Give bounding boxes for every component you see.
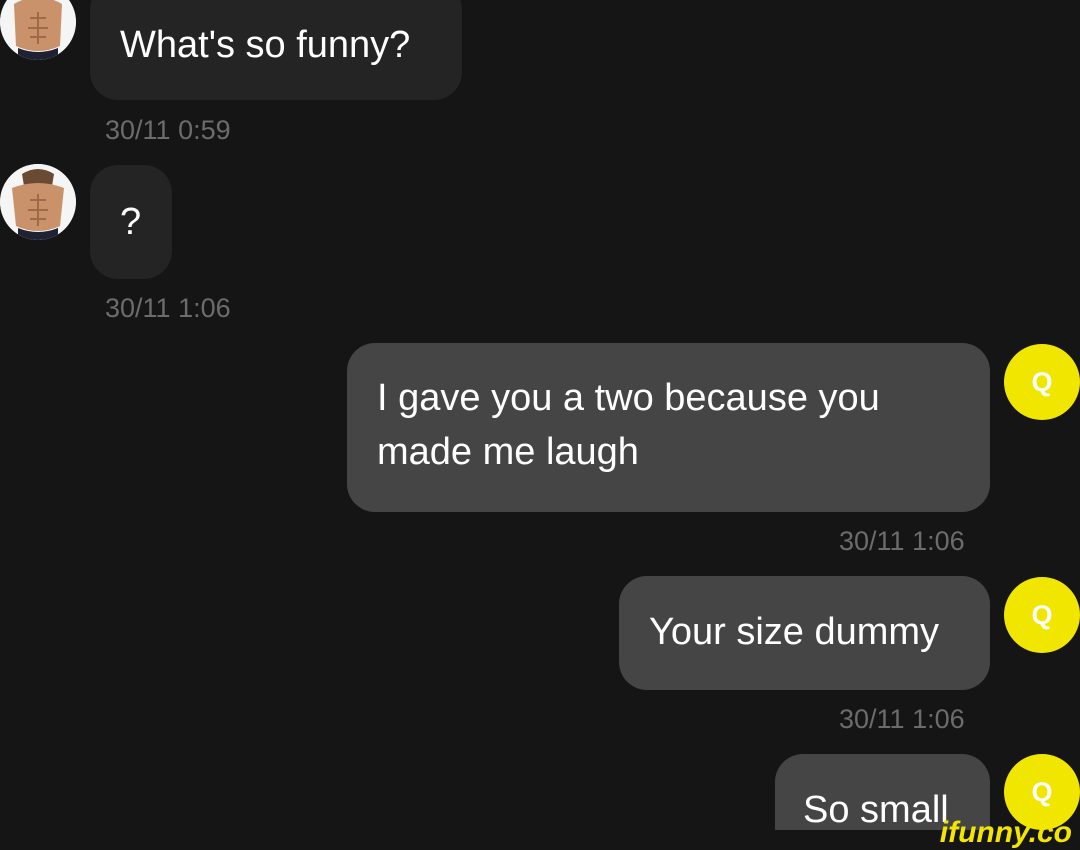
message-timestamp: 30/11 1:06 <box>839 704 965 734</box>
bottom-edge <box>0 830 1080 850</box>
watermark-logo: ifunny.co <box>939 816 1072 849</box>
user-avatar[interactable]: Q <box>1004 344 1080 420</box>
chat-thread: What's so funny? 30/11 0:59 ? 30/11 1:06… <box>0 0 1080 850</box>
message-text: What's so funny? <box>120 24 411 66</box>
sender-avatar-image <box>0 0 76 60</box>
message-bubble[interactable]: I gave you a two because you made me lau… <box>347 343 990 512</box>
message-text: So small <box>803 789 949 831</box>
message-bubble[interactable]: ? <box>90 165 172 279</box>
sender-avatar[interactable] <box>0 0 76 60</box>
user-avatar-letter: Q <box>1031 366 1053 397</box>
sender-avatar-image <box>0 164 76 240</box>
sender-avatar[interactable] <box>0 164 76 240</box>
message-text: Your size dummy <box>649 611 940 653</box>
message-timestamp: 30/11 0:59 <box>105 115 231 145</box>
user-avatar-letter: Q <box>1031 776 1053 807</box>
message-text: I gave you a two because you made me lau… <box>377 377 880 473</box>
user-avatar-letter: Q <box>1031 599 1053 630</box>
user-avatar[interactable]: Q <box>1004 577 1080 653</box>
message-timestamp: 30/11 1:06 <box>839 526 965 556</box>
message-timestamp: 30/11 1:06 <box>105 293 231 323</box>
message-text: ? <box>120 201 142 243</box>
message-bubble[interactable]: What's so funny? <box>90 0 462 100</box>
message-bubble[interactable]: Your size dummy <box>619 576 990 690</box>
